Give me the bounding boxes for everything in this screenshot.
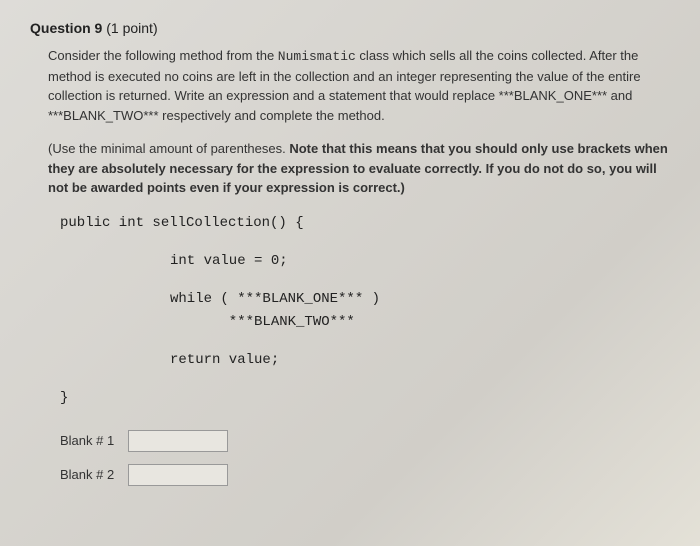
- code-close: }: [60, 387, 670, 409]
- code-block: public int sellCollection() { int value …: [60, 212, 670, 410]
- blank-row-2: Blank # 2: [60, 464, 670, 486]
- code-line-3: ***BLANK_TWO***: [60, 311, 670, 333]
- question-header: Question 9 (1 point): [30, 20, 670, 36]
- blank-2-input[interactable]: [128, 464, 228, 486]
- question-body: Consider the following method from the N…: [48, 46, 670, 125]
- question-label: Question 9: [30, 20, 102, 36]
- paragraph-1: Consider the following method from the N…: [48, 46, 670, 125]
- note-text-a: (Use the minimal amount of parentheses.: [48, 141, 289, 156]
- para1-classname: Numismatic: [278, 49, 356, 64]
- blank-1-label: Blank # 1: [60, 433, 120, 448]
- code-signature: public int sellCollection() {: [60, 212, 670, 234]
- blank-1-input[interactable]: [128, 430, 228, 452]
- blank-row-1: Blank # 1: [60, 430, 670, 452]
- blank-2-label: Blank # 2: [60, 467, 120, 482]
- note-block: (Use the minimal amount of parentheses. …: [48, 139, 670, 198]
- para1-text-a: Consider the following method from the: [48, 48, 278, 63]
- code-line-1: int value = 0;: [60, 250, 670, 272]
- blanks-section: Blank # 1 Blank # 2: [60, 430, 670, 486]
- code-line-4: return value;: [60, 349, 670, 371]
- question-points: (1 point): [106, 20, 157, 36]
- code-line-2: while ( ***BLANK_ONE*** ): [60, 288, 670, 310]
